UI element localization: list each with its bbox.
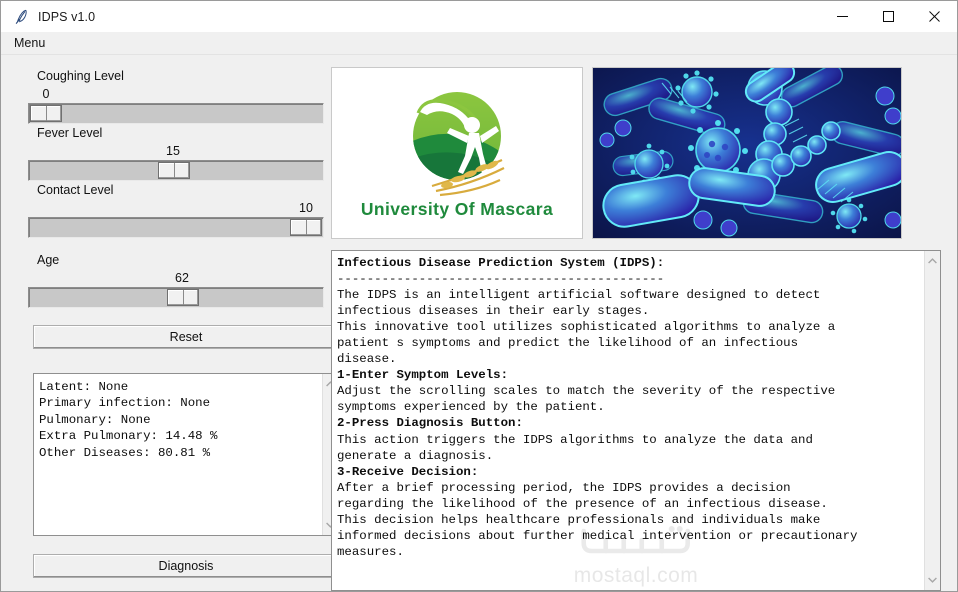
logo-caption: University Of Mascara [361,199,553,219]
controls-panel: Coughing Level 0 Fever Level 15 [1,55,331,591]
description-textbox: Infectious Disease Prediction System (ID… [331,250,941,591]
slider-age-track[interactable] [28,287,324,308]
menu-item-menu[interactable]: Menu [1,34,52,53]
slider-fever-label: Fever Level [28,124,331,143]
scroll-down-icon[interactable] [925,573,941,587]
bacteria-image-frame [592,67,902,239]
slider-coughing-track[interactable] [28,103,324,124]
university-of-mascara-logo: University Of Mascara [332,68,582,238]
close-icon [929,11,940,22]
slider-contact-label: Contact Level [28,181,331,200]
slider-age: Age 62 [28,251,331,308]
slider-contact-thumb[interactable] [290,219,322,236]
slider-coughing-label: Coughing Level [28,67,331,86]
slider-fever-value-row: 15 [28,143,324,160]
description-text: Infectious Disease Prediction System (ID… [332,251,924,590]
results-text: Latent: None Primary infection: None Pul… [34,374,322,535]
minimize-icon [837,11,848,22]
maximize-icon [883,11,894,22]
university-logo-frame: University Of Mascara [331,67,583,239]
images-row: University Of Mascara [331,67,941,239]
slider-coughing-value-row: 0 [28,86,324,103]
slider-fever-value: 15 [166,143,180,160]
slider-coughing: Coughing Level 0 [28,67,331,124]
info-panel: University Of Mascara [331,55,957,591]
idps-main-window: IDPS v1.0 Menu [0,0,958,592]
title-bar: IDPS v1.0 [1,1,957,32]
slider-age-value: 62 [175,270,189,287]
slider-contact-value-row: 10 [28,200,324,217]
slider-contact-track[interactable] [28,217,324,238]
maximize-button[interactable] [865,1,911,32]
bacteria-microscopy-image [593,68,902,238]
slider-fever: Fever Level 15 [28,124,331,181]
slider-coughing-thumb[interactable] [30,105,62,122]
window-controls [819,1,957,32]
slider-age-label: Age [28,251,331,270]
results-textbox: Latent: None Primary infection: None Pul… [33,373,339,536]
slider-age-thumb[interactable] [167,289,199,306]
slider-contact-value: 10 [299,200,313,217]
slider-fever-track[interactable] [28,160,324,181]
close-button[interactable] [911,1,957,32]
description-scrollbar[interactable] [924,251,940,590]
scroll-up-icon[interactable] [925,254,941,268]
content-area: Coughing Level 0 Fever Level 15 [1,55,957,591]
slider-age-value-row: 62 [28,270,324,287]
feather-icon [13,9,29,25]
diagnosis-button[interactable]: Diagnosis [33,554,339,578]
minimize-button[interactable] [819,1,865,32]
slider-contact: Contact Level 10 [28,181,331,238]
window-title: IDPS v1.0 [38,10,819,24]
reset-button[interactable]: Reset [33,325,339,349]
slider-coughing-value: 0 [43,86,50,103]
menu-bar: Menu [1,32,957,55]
slider-fever-thumb[interactable] [158,162,190,179]
